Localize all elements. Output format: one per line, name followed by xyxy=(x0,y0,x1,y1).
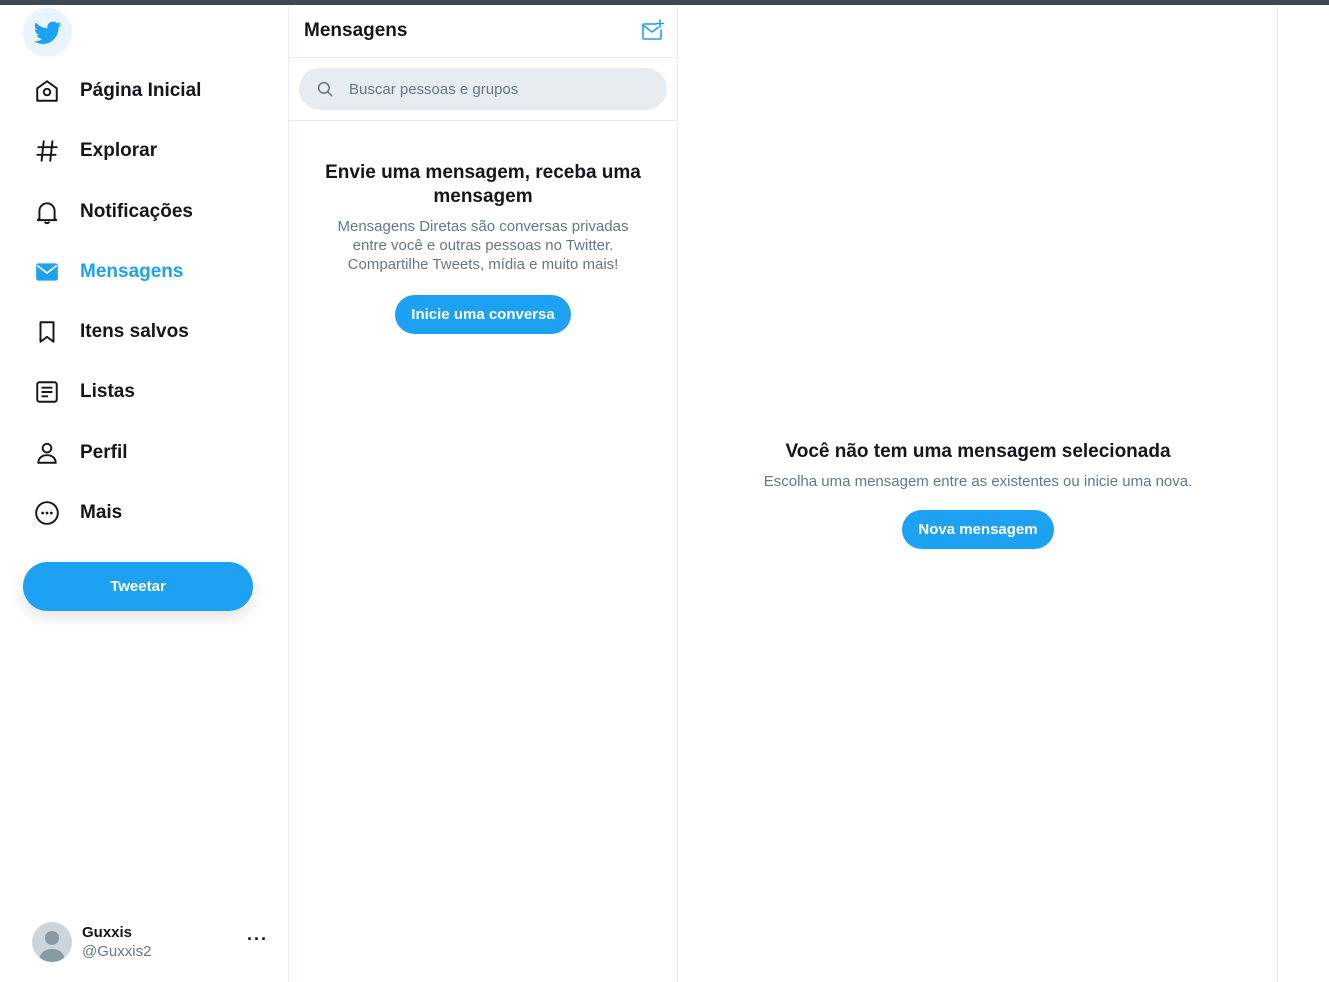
account-switcher[interactable]: Guxxis @Guxxis2 ··· xyxy=(22,910,280,974)
more-circle-icon xyxy=(34,500,60,526)
twitter-logo[interactable] xyxy=(23,8,72,57)
twitter-bird-icon xyxy=(33,20,62,44)
no-selection-text: Escolha uma mensagem entre as existentes… xyxy=(763,473,1193,490)
sidebar-item-label: Notificações xyxy=(80,201,193,222)
search-input[interactable]: Buscar pessoas e grupos xyxy=(299,68,667,110)
messages-header: Mensagens xyxy=(289,5,677,58)
sidebar-item-label: Página Inicial xyxy=(80,80,202,101)
sidebar-item-more[interactable]: Mais xyxy=(22,489,134,537)
bell-icon xyxy=(34,199,60,225)
sidebar-item-label: Explorar xyxy=(80,140,158,161)
sidebar-item-notifications[interactable]: Notificações xyxy=(22,188,205,236)
avatar xyxy=(32,922,72,962)
list-icon xyxy=(34,379,60,405)
hashtag-icon xyxy=(34,138,60,164)
sidebar-item-home[interactable]: Página Inicial xyxy=(22,67,213,115)
sidebar-item-label: Itens salvos xyxy=(80,321,189,342)
sidebar-item-label: Perfil xyxy=(80,442,128,463)
home-icon xyxy=(34,78,60,104)
sidebar-item-bookmarks[interactable]: Itens salvos xyxy=(22,308,201,356)
sidebar: Página Inicial Explorar Notificações Men… xyxy=(0,5,288,982)
search-icon xyxy=(317,81,333,97)
empty-inbox-text: Mensagens Diretas são conversas privadas… xyxy=(337,218,629,273)
new-message-icon[interactable] xyxy=(640,19,664,43)
start-conversation-button[interactable]: Inicie uma conversa xyxy=(395,295,571,334)
account-handle: @Guxxis2 xyxy=(82,943,152,960)
empty-inbox: Envie uma mensagem, receba uma mensagem … xyxy=(289,121,677,334)
sidebar-item-explore[interactable]: Explorar xyxy=(22,127,169,175)
bookmark-icon xyxy=(34,319,60,345)
envelope-icon xyxy=(34,259,60,285)
no-selection-title: Você não tem uma mensagem selecionada xyxy=(785,441,1171,462)
account-name: Guxxis xyxy=(82,924,133,941)
messages-column: Mensagens Buscar pessoas e grupos Envie … xyxy=(288,5,678,982)
page-title: Mensagens xyxy=(304,20,408,41)
new-message-button[interactable]: Nova mensagem xyxy=(902,510,1054,549)
person-icon xyxy=(34,440,60,466)
sidebar-item-label: Mais xyxy=(80,502,123,523)
search-placeholder: Buscar pessoas e grupos xyxy=(349,80,519,98)
sidebar-item-lists[interactable]: Listas xyxy=(22,368,147,416)
sidebar-item-label: Mensagens xyxy=(80,261,184,282)
empty-inbox-title: Envie uma mensagem, receba uma mensagem xyxy=(325,162,641,207)
conversation-panel: Você não tem uma mensagem selecionada Es… xyxy=(678,5,1278,982)
no-selection: Você não tem uma mensagem selecionada Es… xyxy=(678,441,1278,549)
search-container: Buscar pessoas e grupos xyxy=(289,58,677,121)
account-more-icon[interactable]: ··· xyxy=(247,930,268,948)
sidebar-item-profile[interactable]: Perfil xyxy=(22,429,140,477)
sidebar-item-label: Listas xyxy=(80,381,135,402)
tweet-button[interactable]: Tweetar xyxy=(23,562,253,611)
sidebar-item-messages[interactable]: Mensagens xyxy=(22,248,195,296)
